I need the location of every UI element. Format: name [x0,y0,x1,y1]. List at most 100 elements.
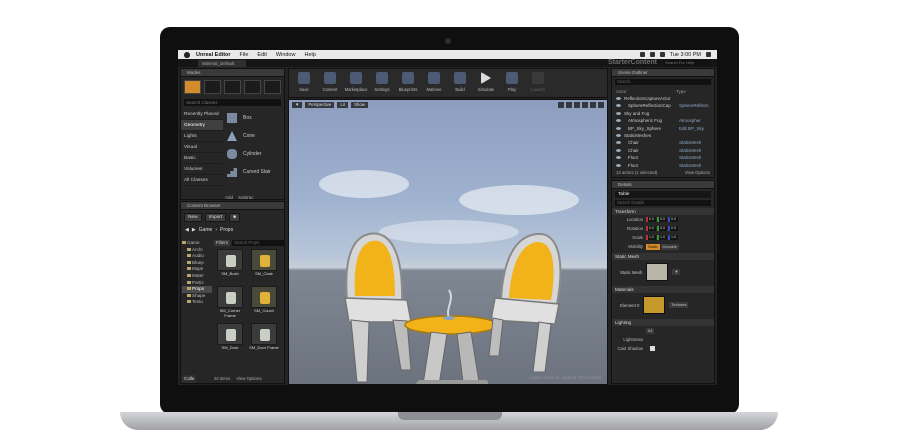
viewport-options-icon[interactable]: ▼ [292,102,303,108]
eye-icon[interactable] [616,119,621,123]
eye-icon[interactable] [616,133,621,137]
eye-icon[interactable] [616,126,621,130]
forward-icon[interactable]: ▶ [192,227,196,233]
folder-audio[interactable]: Audio [182,253,212,260]
foliage-mode-icon[interactable] [244,80,261,94]
outliner-row[interactable]: Atmospheric Fog Atmospher [612,117,714,124]
section-materials[interactable]: Materials [612,286,714,293]
rotate-icon[interactable] [566,102,572,108]
eye-icon[interactable] [616,156,621,160]
content-button[interactable]: Content [317,69,343,97]
rotation-z[interactable]: 0.0 [668,226,678,231]
folder-props[interactable]: Props [182,286,212,293]
eye-icon[interactable] [616,141,621,145]
volume-icon[interactable] [649,52,655,57]
asset-search-input[interactable]: Search Props [231,240,284,246]
category-geometry[interactable]: Geometry [181,120,223,131]
asset-tile[interactable]: SM_Chair [249,249,279,283]
object-name-field[interactable]: Table [615,191,711,198]
lit-dropdown[interactable]: Lit [337,102,348,108]
folder-archi[interactable]: Archi [182,247,212,254]
matinee-button[interactable]: Matinee [421,69,447,97]
outliner-row[interactable]: Floor StaticMesh [612,154,714,161]
asset-tile[interactable]: SM_Door Frame [249,323,279,357]
material-thumbnail[interactable] [643,296,666,314]
asset-tile[interactable]: SM_Couch [249,286,279,320]
landscape-mode-icon[interactable] [224,80,241,94]
launch-button[interactable]: Launch [525,69,551,97]
play-button[interactable]: Play [499,69,525,97]
outliner-row[interactable]: Chair StaticMesh [612,139,714,146]
breadcrumb-props[interactable]: Props [220,227,233,233]
location-x[interactable]: 0.0 [646,217,656,222]
location-y[interactable]: 0.0 [657,217,667,222]
collections-toggle[interactable]: Colle [182,375,197,383]
folder-mater[interactable]: Mater [182,273,212,280]
category-lights[interactable]: Lights [181,131,223,142]
translate-icon[interactable] [558,102,564,108]
build-button[interactable]: Build [447,69,473,97]
mobility-movable[interactable]: Movable [660,243,679,250]
save-button[interactable]: Save [291,69,317,97]
outliner-view-options[interactable]: View Options [685,168,710,177]
save-all-icon[interactable]: ■ [229,213,241,222]
back-icon[interactable]: ◀ [185,227,189,233]
maximize-icon[interactable] [598,102,604,108]
category-basic[interactable]: Basic [181,153,223,164]
view-options-button[interactable]: View Options [236,376,261,381]
outliner-row[interactable]: Sky and Fog [612,110,714,117]
outliner-row[interactable]: Chair StaticMesh [612,147,714,154]
outliner-row[interactable]: BP_Sky_Sphere Edit BP_Sky [612,125,714,132]
menu-file[interactable]: File [240,52,249,58]
perspective-dropdown[interactable]: Perspective [305,102,335,108]
tab-minimal-default[interactable]: Minimal_Default [198,60,246,67]
folder-partic[interactable]: Partic [182,280,212,287]
shape-cone[interactable]: Cone [225,127,283,145]
eye-icon[interactable] [616,163,621,167]
mobility-static[interactable]: Static [646,243,660,250]
place-mode-icon[interactable] [184,80,201,94]
outliner-row[interactable]: ReflectionCaptureActor [612,95,714,102]
clock[interactable]: Tue 3:00 PM [670,52,701,58]
show-dropdown[interactable]: Show [350,102,368,108]
help-search-input[interactable]: Search For Help [663,60,711,66]
class-search-input[interactable]: Search Classes [184,99,281,106]
asset-tile[interactable]: SM_Door [215,323,245,357]
geometry-mode-icon[interactable] [264,80,281,94]
new-button[interactable]: New [184,213,202,222]
outliner-search-input[interactable]: Search... [615,79,711,85]
column-type[interactable]: Type [676,89,686,94]
battery-icon[interactable] [659,52,665,57]
wifi-icon[interactable] [639,52,645,57]
shape-cylinder[interactable]: Cylinder [225,145,283,163]
rotation-x[interactable]: 0.0 [646,226,656,231]
lightmap-resolution-field[interactable]: 64 [646,327,655,334]
shape-curved-stair[interactable]: Curved Stair [225,163,283,181]
folder-textu[interactable]: Textu [182,299,212,306]
cast-shadow-checkbox[interactable] [650,346,655,351]
scale-icon[interactable] [574,102,580,108]
mesh-dropdown[interactable]: ▼ [672,269,681,275]
column-actor[interactable]: Actor [616,89,676,94]
paint-mode-icon[interactable] [204,80,221,94]
spotlight-icon[interactable] [706,52,711,57]
import-button[interactable]: Import [204,213,227,222]
menu-window[interactable]: Window [276,52,296,58]
category-volumes[interactable]: Volumes [181,164,223,175]
eye-icon[interactable] [616,111,621,115]
section-transform[interactable]: Transform [612,208,714,215]
mesh-thumbnail[interactable] [646,263,669,281]
category-all-classes[interactable]: All Classes [181,175,223,186]
scale-x[interactable]: 1.0 [646,235,656,240]
breadcrumb-game[interactable]: Game [199,227,213,233]
eye-icon[interactable] [616,97,621,100]
section-lighting[interactable]: Lighting [612,319,714,326]
eye-icon[interactable] [616,104,621,108]
details-search-input[interactable]: Search Details [615,200,711,206]
section-static-mesh[interactable]: Static Mesh [612,253,714,260]
rotation-y[interactable]: 0.0 [657,226,667,231]
blueprints-button[interactable]: Blueprints [395,69,421,97]
category-recently-placed[interactable]: Recently Placed [181,109,223,120]
folder-bluep[interactable]: Bluep [182,260,212,267]
folder-maps[interactable]: Maps [182,266,212,273]
